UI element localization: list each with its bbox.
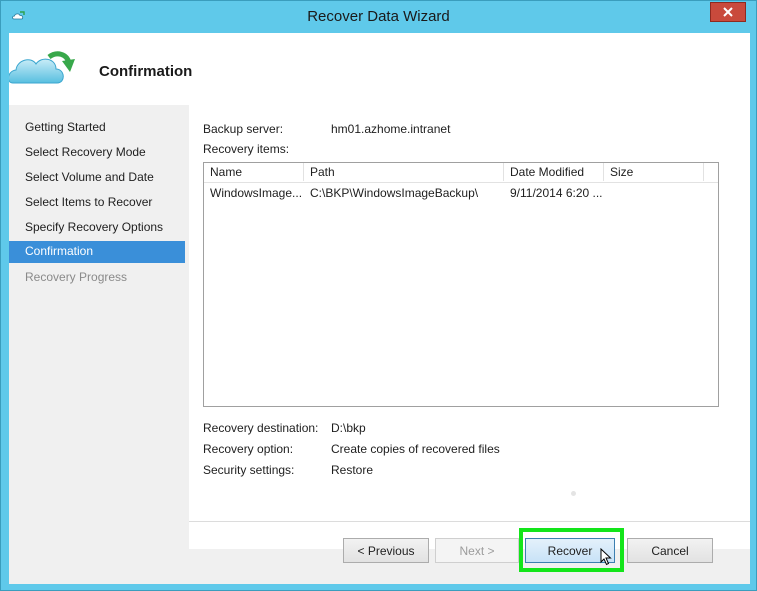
cancel-button[interactable]: Cancel xyxy=(627,538,713,563)
column-header-size[interactable]: Size xyxy=(604,163,704,181)
cell-path: C:\BKP\WindowsImageBackup\ xyxy=(310,186,479,200)
footer-divider xyxy=(189,521,750,522)
column-header-name[interactable]: Name xyxy=(204,163,304,181)
security-settings-value: Restore xyxy=(331,463,374,477)
wizard-body: Getting Started Select Recovery Mode Sel… xyxy=(9,105,750,584)
step-recovery-progress: Recovery Progress xyxy=(25,270,128,284)
page-title: Confirmation xyxy=(99,63,193,80)
previous-button[interactable]: < Previous xyxy=(343,538,429,563)
recovery-option-label: Recovery option: xyxy=(203,442,294,456)
security-settings-label: Security settings: xyxy=(203,463,295,477)
cloud-restore-icon xyxy=(9,51,75,84)
recovery-destination-label: Recovery destination: xyxy=(203,421,319,435)
wizard-window: Recover Data Wizard Confirmation Getting… xyxy=(0,0,757,591)
mouse-cursor-icon xyxy=(600,548,612,566)
wizard-steps-sidebar: Getting Started Select Recovery Mode Sel… xyxy=(9,115,185,290)
step-confirmation[interactable]: Confirmation xyxy=(9,241,185,263)
recovery-option-value: Create copies of recovered files xyxy=(331,442,500,456)
table-row[interactable]: WindowsImage... C:\BKP\WindowsImageBacku… xyxy=(204,183,718,203)
confirmation-content: Backup server: hm01.azhome.intranet Reco… xyxy=(189,105,750,549)
next-button[interactable]: Next > xyxy=(435,538,519,563)
recovery-items-label: Recovery items: xyxy=(203,142,290,156)
backup-server-value: hm01.azhome.intranet xyxy=(331,122,451,136)
cell-date-modified: 9/11/2014 6:20 ... xyxy=(510,186,603,200)
column-header-path[interactable]: Path xyxy=(304,163,504,181)
cell-size xyxy=(604,183,704,203)
close-icon xyxy=(723,7,733,17)
step-select-items-to-recover[interactable]: Select Items to Recover xyxy=(9,190,185,215)
recovery-destination-value: D:\bkp xyxy=(331,421,366,435)
backup-server-label: Backup server: xyxy=(203,122,284,136)
step-specify-recovery-options[interactable]: Specify Recovery Options xyxy=(9,215,185,240)
title-bar[interactable]: Recover Data Wizard xyxy=(1,1,756,33)
wizard-client-area: Confirmation Getting Started Select Reco… xyxy=(9,33,750,584)
column-header-date-modified[interactable]: Date Modified xyxy=(504,163,604,181)
step-select-recovery-mode[interactable]: Select Recovery Mode xyxy=(9,140,185,165)
close-button[interactable] xyxy=(710,2,746,22)
cell-name: WindowsImage... xyxy=(210,186,303,200)
window-title: Recover Data Wizard xyxy=(307,8,450,25)
step-getting-started[interactable]: Getting Started xyxy=(9,115,185,140)
wizard-header: Confirmation xyxy=(9,33,750,105)
recovery-items-list[interactable]: Name Path Date Modified Size WindowsImag… xyxy=(203,162,719,407)
background-dot xyxy=(571,491,576,496)
list-header: Name Path Date Modified Size xyxy=(204,163,718,183)
step-select-volume-and-date[interactable]: Select Volume and Date xyxy=(9,165,185,190)
